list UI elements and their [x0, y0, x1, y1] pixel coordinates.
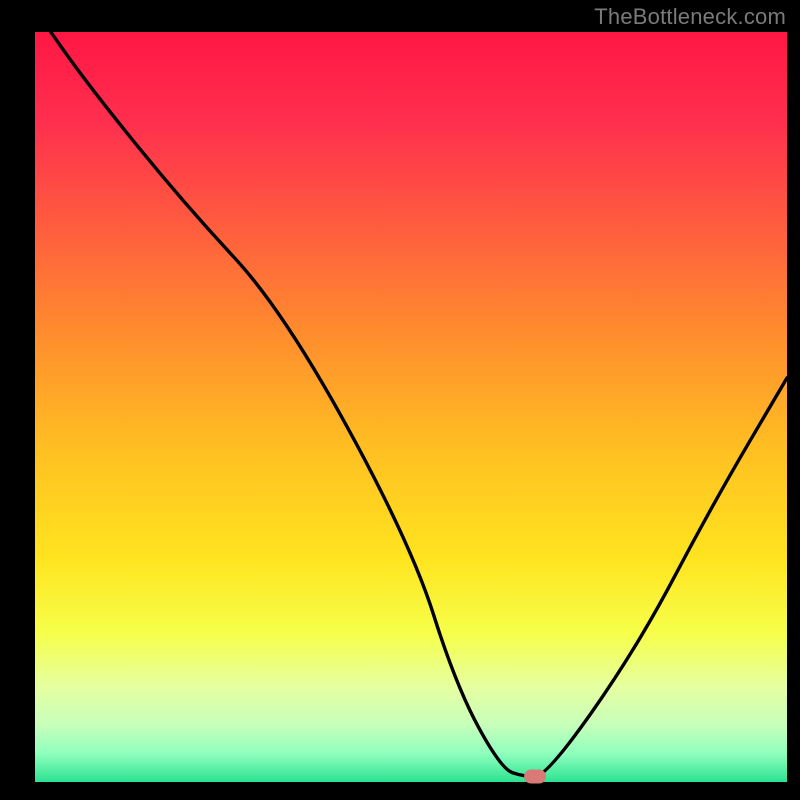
- chart-frame: TheBottleneck.com: [0, 0, 800, 800]
- optimal-marker: [524, 770, 546, 784]
- bottleneck-chart: [35, 32, 787, 784]
- watermark-text: TheBottleneck.com: [594, 4, 786, 30]
- gradient-background: [35, 32, 787, 784]
- chart-svg: [35, 32, 787, 784]
